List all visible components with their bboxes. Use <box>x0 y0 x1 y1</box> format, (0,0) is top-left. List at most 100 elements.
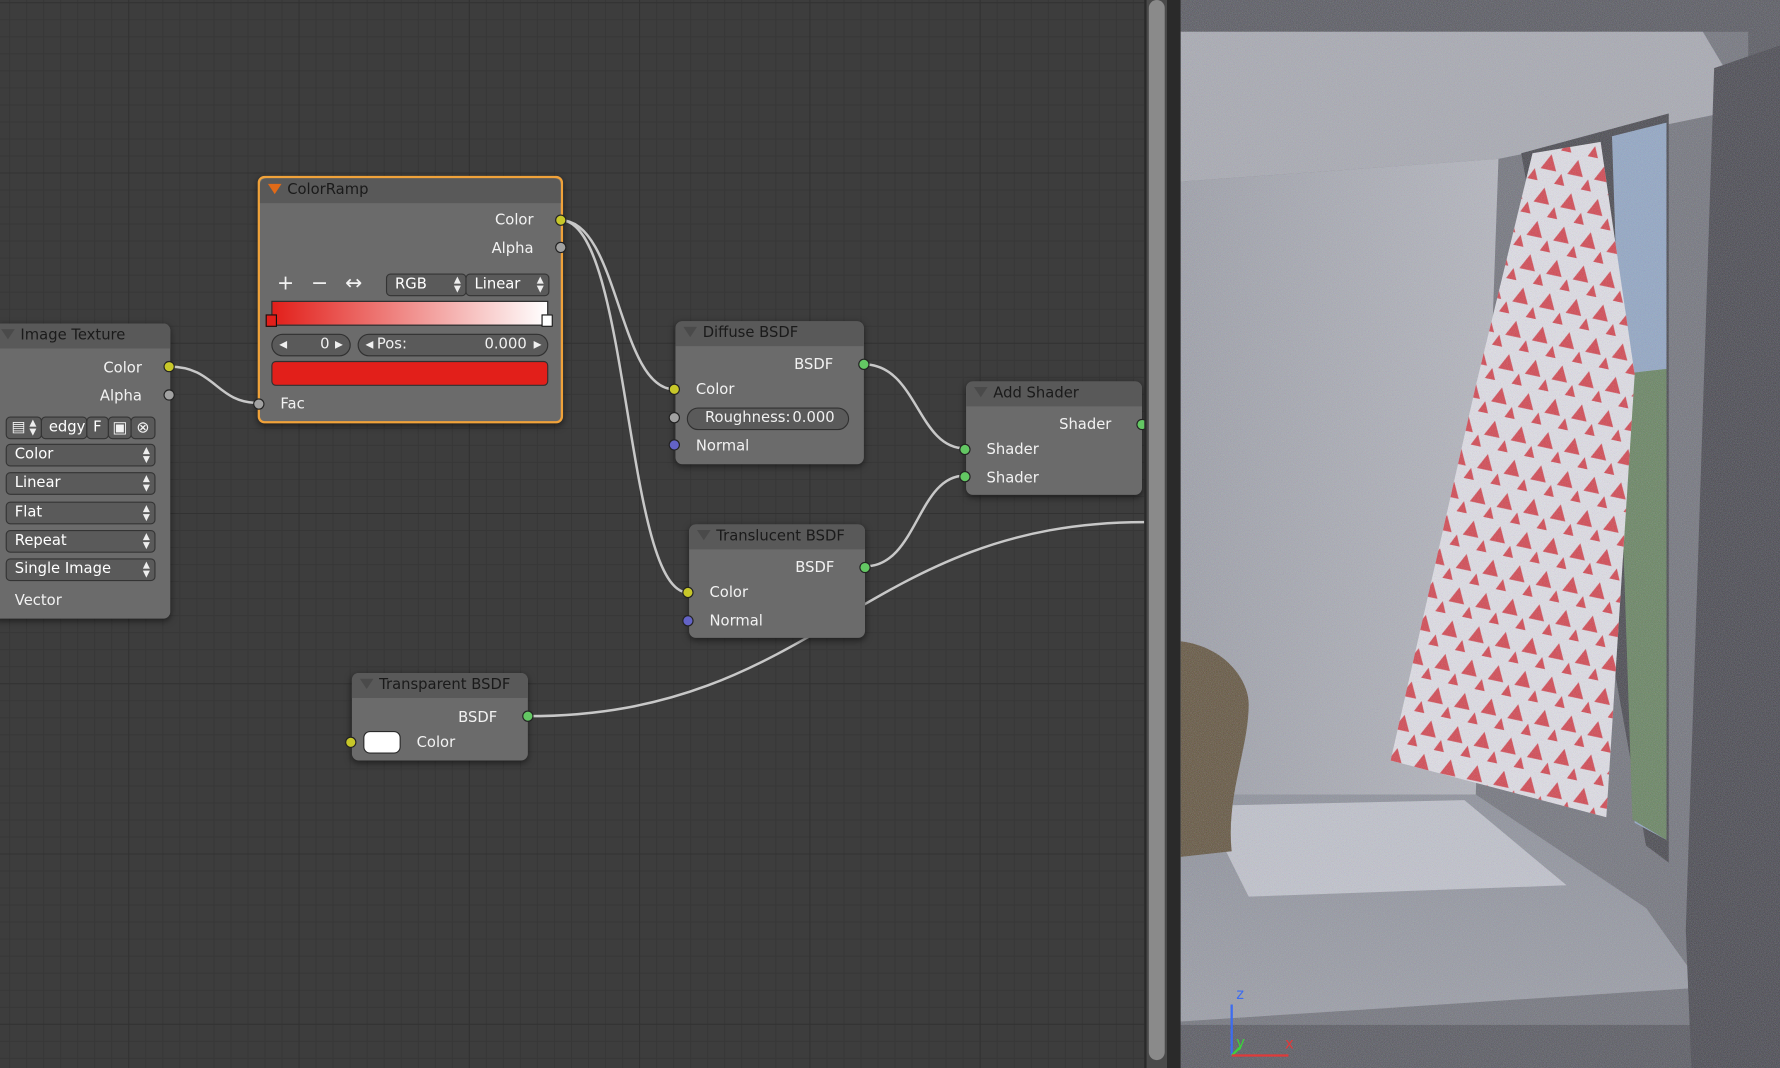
pos-label: Pos: <box>376 335 407 353</box>
translucent-bsdf-node[interactable]: Translucent BSDF BSDF Color Normal <box>682 524 871 638</box>
output-socket-color[interactable] <box>555 214 567 226</box>
image-browse-button[interactable]: ▤ ▲ ▼ <box>5 416 43 440</box>
input-socket-color[interactable] <box>345 736 357 748</box>
unlink-image-button[interactable]: ⊗ <box>130 416 156 440</box>
active-stop-index-field[interactable]: ◀ 0 ▶ <box>271 333 351 357</box>
color-swatch[interactable] <box>363 730 401 754</box>
dropdown-value: RGB <box>395 275 427 293</box>
input-label-color: Color <box>709 584 749 602</box>
projection-dropdown[interactable]: Flat ▲ ▼ <box>5 501 156 525</box>
input-socket-normal[interactable] <box>682 615 694 627</box>
node-title: Add Shader <box>993 384 1079 402</box>
node-title: Image Texture <box>20 326 126 344</box>
flip-ramp-icon[interactable]: ↔ <box>345 273 362 293</box>
node-title: ColorRamp <box>287 181 369 199</box>
extension-dropdown[interactable]: Repeat ▲ ▼ <box>5 530 156 553</box>
decrement-arrow-icon[interactable]: ◀ <box>366 335 374 355</box>
output-label-bsdf: BSDF <box>794 356 834 374</box>
color-ramp-gradient[interactable] <box>271 300 549 326</box>
input-socket-shader-2[interactable] <box>959 471 971 483</box>
dropdown-arrows-icon: ▲ ▼ <box>453 274 461 294</box>
output-socket-bsdf[interactable] <box>859 561 871 574</box>
remove-stop-icon[interactable]: − <box>311 273 328 293</box>
output-label-bsdf: BSDF <box>458 709 498 727</box>
node-header[interactable]: Diffuse BSDF <box>675 321 864 347</box>
diffuse-bsdf-node[interactable]: Diffuse BSDF BSDF Color Roughness: 0.000… <box>668 321 870 465</box>
collapse-triangle-icon[interactable] <box>267 183 282 195</box>
roughness-field[interactable]: Roughness: 0.000 <box>686 407 850 431</box>
color-mode-dropdown[interactable]: RGB ▲ ▼ <box>385 273 467 297</box>
dropdown-arrows-icon: ▲ ▼ <box>142 444 150 465</box>
input-socket-color[interactable] <box>668 383 680 395</box>
axis-x-label: x <box>1285 1036 1294 1054</box>
collapse-triangle-icon[interactable] <box>1 329 15 340</box>
blender-window: Image Texture Color Alpha ▤ ▲ ▼ edgy F ▣ … <box>0 0 1780 1068</box>
output-socket-color[interactable] <box>163 360 175 373</box>
input-label-fac: Fac <box>280 396 305 414</box>
roughness-value: 0.000 <box>792 409 835 427</box>
folder-icon: ▣ <box>112 418 128 437</box>
open-image-button[interactable]: ▣ <box>107 416 132 440</box>
collapse-triangle-icon[interactable] <box>974 387 988 398</box>
color-space-dropdown[interactable]: Color ▲ ▼ <box>5 443 156 467</box>
dropdown-value: Repeat <box>14 532 67 550</box>
image-texture-node[interactable]: Image Texture Color Alpha ▤ ▲ ▼ edgy F ▣ … <box>0 323 175 619</box>
node-editor-canvas[interactable]: Image Texture Color Alpha ▤ ▲ ▼ edgy F ▣ … <box>0 0 1148 1068</box>
fake-user-button[interactable]: F <box>86 416 109 440</box>
output-socket-alpha[interactable] <box>555 241 567 254</box>
stop-color-swatch[interactable] <box>271 360 549 386</box>
render-preview-image <box>1180 0 1780 1068</box>
render-scene <box>1180 0 1780 1068</box>
interpolation-dropdown[interactable]: Linear ▲ ▼ <box>465 273 550 297</box>
close-icon: ⊗ <box>136 418 150 437</box>
collapse-triangle-icon[interactable] <box>697 530 711 541</box>
input-socket-roughness[interactable] <box>668 412 680 424</box>
increment-arrow-icon[interactable]: ▶ <box>335 335 343 355</box>
add-stop-icon[interactable]: + <box>277 273 294 293</box>
output-socket-bsdf[interactable] <box>522 710 534 722</box>
image-name-field[interactable]: edgy <box>40 416 88 440</box>
axis-y-label: y <box>1236 1035 1245 1053</box>
output-socket-alpha[interactable] <box>163 389 175 401</box>
input-socket-normal[interactable] <box>668 439 680 451</box>
input-label-vector: Vector <box>14 592 62 610</box>
node-header[interactable]: ColorRamp <box>259 178 561 204</box>
vertical-scrollbar-thumb[interactable] <box>1148 0 1165 1061</box>
image-browse-icon: ▤ <box>11 418 26 436</box>
rendered-viewport[interactable]: z y x <box>1180 0 1780 1068</box>
output-label-alpha: Alpha <box>99 388 142 406</box>
stop-position-field[interactable]: ◀ Pos: 0.000 ▶ <box>357 333 549 357</box>
output-label-shader: Shader <box>1059 416 1112 434</box>
node-header[interactable]: Image Texture <box>0 323 171 349</box>
dropdown-arrows-icon: ▲ ▼ <box>142 559 150 579</box>
noise-overlay <box>1180 0 1780 1068</box>
roughness-label: Roughness: <box>704 409 791 427</box>
input-socket-fac[interactable] <box>253 398 265 410</box>
color-ramp-node[interactable]: ColorRamp Color Alpha + − ↔ RGB ▲ ▼ Linea… <box>253 175 567 424</box>
decrement-arrow-icon[interactable]: ◀ <box>279 335 287 355</box>
output-socket-bsdf[interactable] <box>858 358 870 371</box>
input-socket-shader-1[interactable] <box>959 443 971 456</box>
collapse-triangle-icon[interactable] <box>359 678 374 689</box>
dropdown-value: Single Image <box>14 560 112 578</box>
link-diffuse-bsdf-to-add-shader <box>863 363 965 450</box>
output-label-color: Color <box>103 359 142 377</box>
input-label-normal: Normal <box>709 612 763 630</box>
link-ramp-color-to-translucent-color <box>560 218 689 594</box>
input-label-color: Color <box>695 381 735 399</box>
input-socket-color[interactable] <box>682 586 694 599</box>
transparent-bsdf-node[interactable]: Transparent BSDF BSDF Color <box>345 673 534 761</box>
source-dropdown[interactable]: Single Image ▲ ▼ <box>5 558 156 582</box>
increment-arrow-icon[interactable]: ▶ <box>534 335 542 355</box>
ramp-stop-handle-right[interactable] <box>541 314 553 327</box>
ramp-stop-handle-left[interactable] <box>265 314 277 327</box>
dropdown-value: Color <box>14 446 54 464</box>
interpolation-dropdown[interactable]: Linear ▲ ▼ <box>5 472 156 495</box>
add-shader-node[interactable]: Add Shader Shader Shader Shader <box>959 381 1148 495</box>
node-header[interactable]: Add Shader <box>966 381 1143 407</box>
dropdown-arrows-icon: ▲ ▼ <box>142 473 150 493</box>
input-label-shader-1: Shader <box>986 441 1039 459</box>
node-header[interactable]: Translucent BSDF <box>689 524 866 550</box>
node-header[interactable]: Transparent BSDF <box>351 673 528 699</box>
collapse-triangle-icon[interactable] <box>683 326 698 338</box>
